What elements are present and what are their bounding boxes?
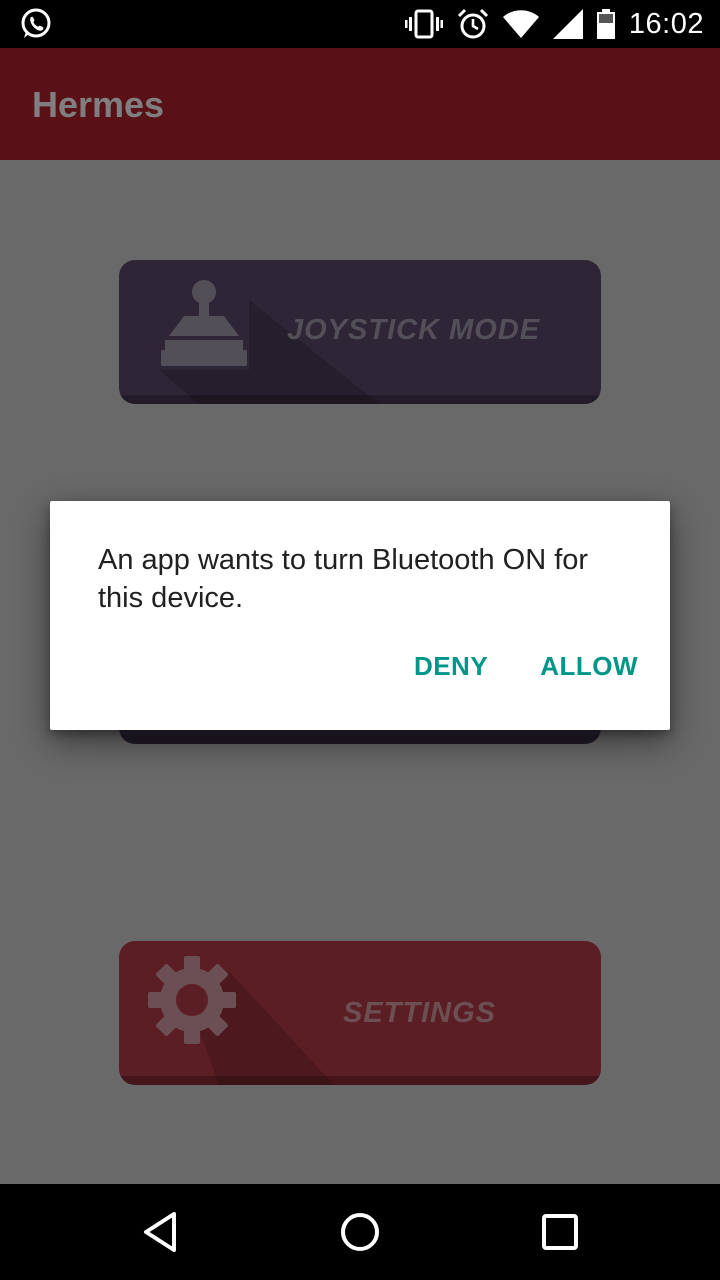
whatsapp-icon [21, 8, 51, 38]
home-button[interactable] [334, 1206, 386, 1258]
dialog-actions: DENY ALLOW [414, 651, 638, 682]
status-icons: 16:02 [404, 0, 704, 48]
battery-icon [596, 9, 615, 39]
recents-button[interactable] [534, 1206, 586, 1258]
home-icon [341, 1213, 379, 1251]
deny-button[interactable]: DENY [414, 651, 488, 682]
back-button[interactable] [134, 1206, 186, 1258]
wifi-icon [502, 10, 539, 38]
dialog-message: An app wants to turn Bluetooth ON for th… [98, 544, 589, 614]
bluetooth-permission-dialog: An app wants to turn Bluetooth ON for th… [50, 501, 670, 730]
navigation-bar [0, 1184, 720, 1280]
signal-icon [552, 9, 583, 39]
alarm-icon [457, 8, 488, 39]
allow-button[interactable]: ALLOW [540, 651, 638, 682]
vibrate-icon [404, 9, 443, 39]
back-icon [144, 1212, 176, 1252]
recents-icon [542, 1214, 578, 1250]
status-clock: 16:02 [628, 7, 704, 40]
status-bar: 16:02 [0, 0, 720, 48]
